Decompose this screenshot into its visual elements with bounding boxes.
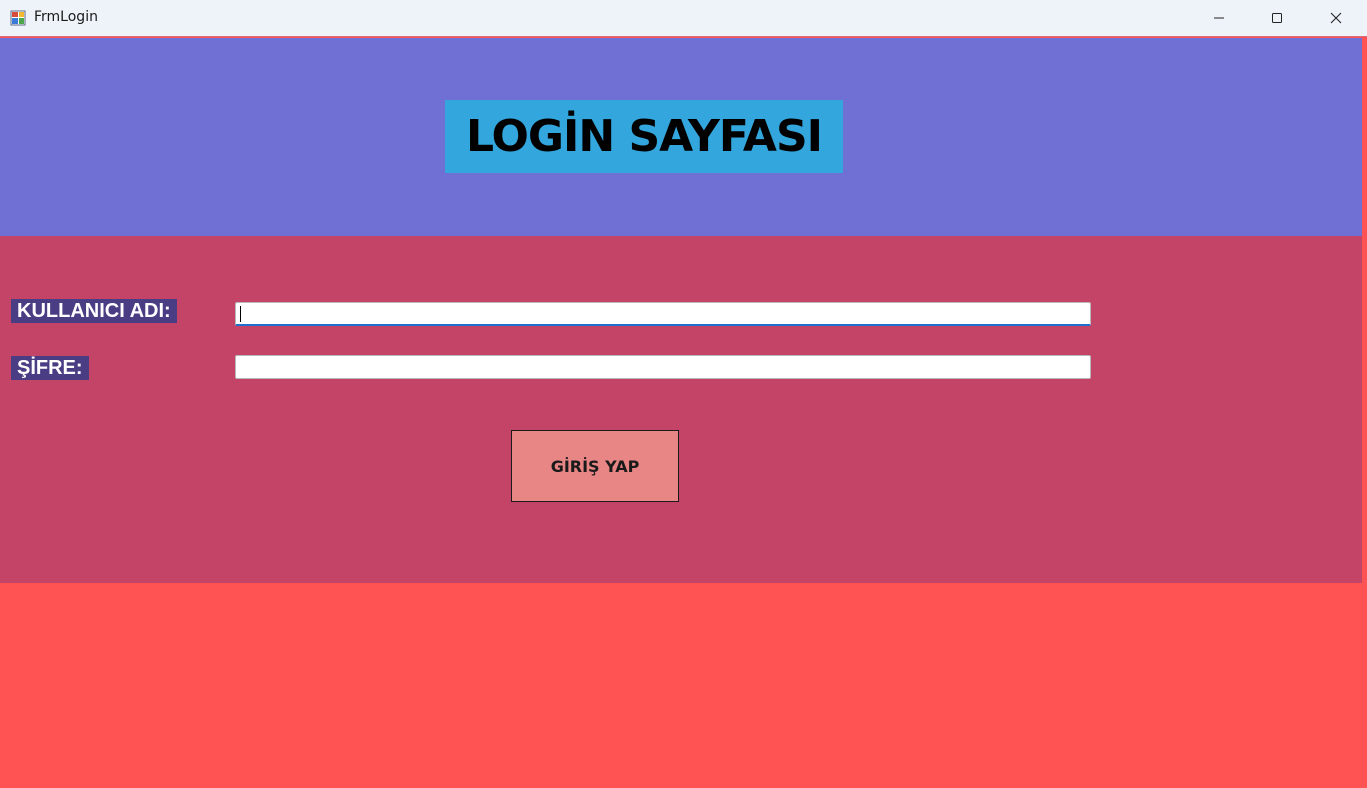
close-icon [1330, 12, 1342, 24]
login-button-label: GİRİŞ YAP [550, 456, 640, 476]
username-label: KULLANICI ADI: [11, 299, 177, 323]
window-edge [1362, 38, 1367, 788]
title-bar: FrmLogin [0, 0, 1367, 37]
password-label: ŞİFRE: [11, 356, 89, 380]
login-button[interactable]: GİRİŞ YAP [511, 430, 679, 502]
minimize-icon [1214, 17, 1224, 19]
login-window: FrmLogin LOGİN SAYFASI KULLANICI ADI: Şİ… [0, 0, 1367, 788]
page-title: LOGİN SAYFASI [445, 100, 843, 173]
app-icon [10, 10, 26, 26]
text-caret [240, 306, 241, 322]
form-panel [0, 236, 1362, 583]
password-input[interactable] [235, 355, 1091, 379]
username-input[interactable] [235, 302, 1091, 326]
close-button[interactable] [1313, 0, 1359, 36]
maximize-icon [1272, 13, 1282, 23]
maximize-button[interactable] [1254, 0, 1300, 36]
footer-panel [0, 583, 1362, 788]
window-title: FrmLogin [34, 9, 98, 25]
minimize-button[interactable] [1196, 0, 1242, 36]
